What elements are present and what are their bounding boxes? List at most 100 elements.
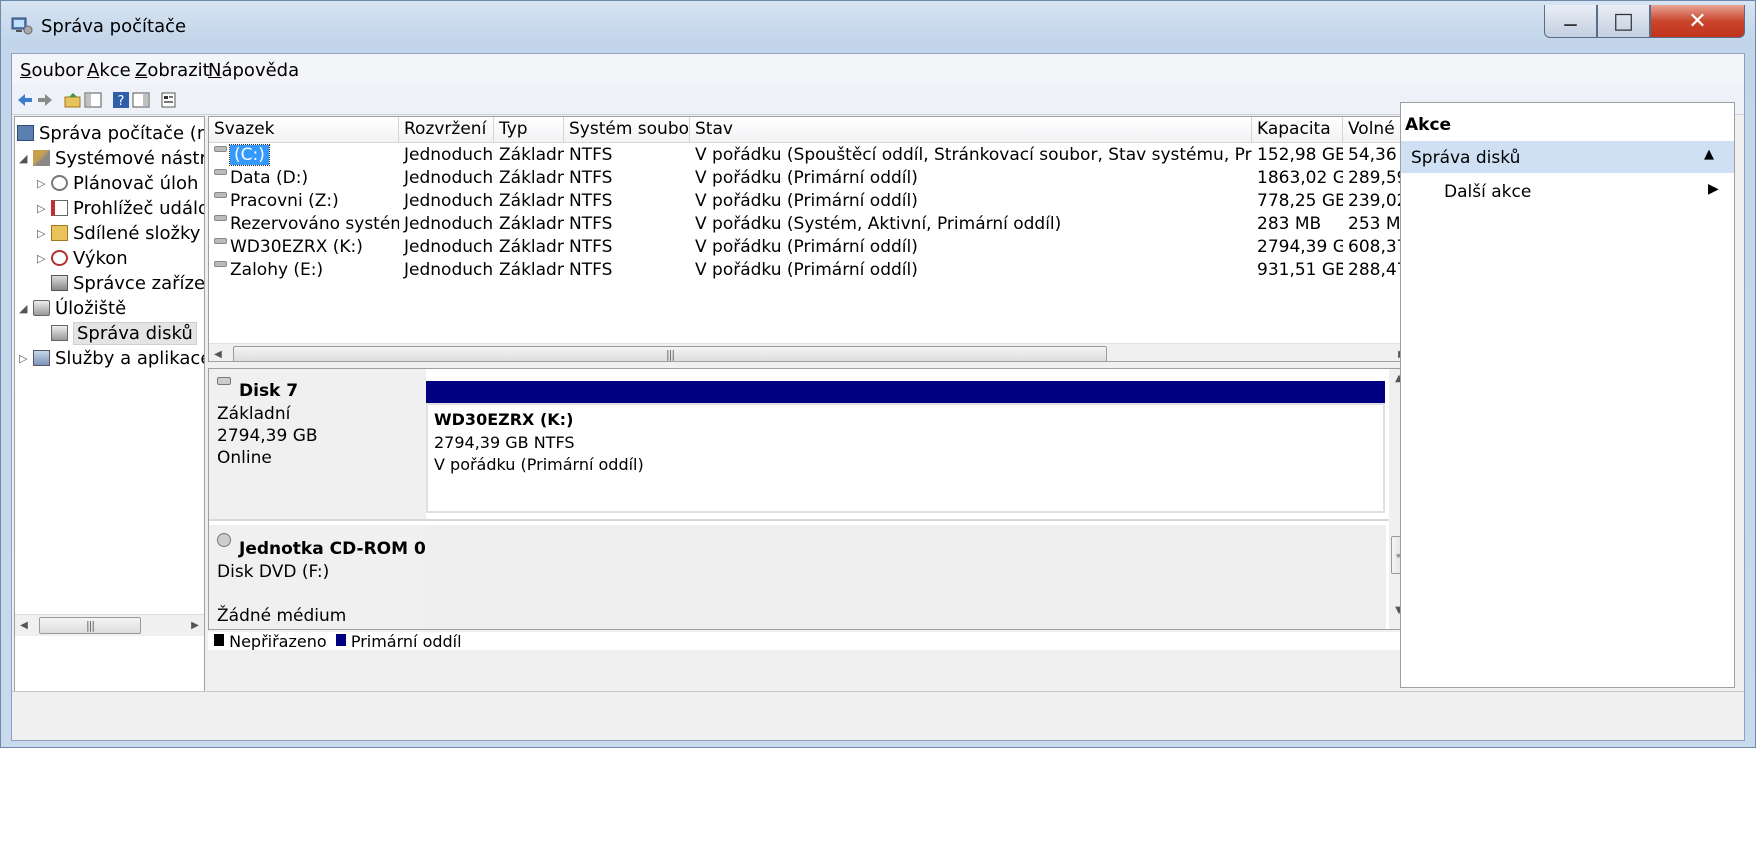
- cd-drive-icon: [217, 533, 231, 547]
- volume-cell-layout[interactable]: Jednoduchý: [399, 236, 494, 259]
- services-icon: [33, 350, 50, 366]
- volume-cell-name[interactable]: Zalohy (E:): [209, 259, 399, 282]
- action-more-actions[interactable]: Další akce ▶: [1401, 177, 1734, 207]
- tree-item-services[interactable]: ▷ Služby a aplikace: [19, 345, 204, 371]
- volume-cell-layout[interactable]: Jednoduchý: [399, 167, 494, 190]
- tree-item-system-tools[interactable]: ◢ Systémové nástro: [19, 145, 204, 171]
- volume-name: Rezervováno systémem: [230, 214, 399, 234]
- volume-cell-name[interactable]: Rezervováno systémem: [209, 213, 399, 236]
- volume-cell-type[interactable]: Základní: [494, 144, 564, 167]
- collapse-arrow-icon[interactable]: ▲: [1704, 147, 1714, 162]
- volume-cell-status[interactable]: V pořádku (Primární oddíl): [690, 236, 1252, 259]
- collapsed-arrow-icon[interactable]: ▷: [19, 352, 33, 365]
- volume-cell-status[interactable]: V pořádku (Primární oddíl): [690, 259, 1252, 282]
- show-hide-action-pane-icon[interactable]: [132, 91, 150, 109]
- minimize-button[interactable]: —: [1544, 5, 1597, 38]
- volume-cell-type[interactable]: Základní: [494, 190, 564, 213]
- up-folder-icon[interactable]: [64, 91, 82, 109]
- maximize-button[interactable]: □: [1597, 5, 1650, 38]
- scroll-left-icon[interactable]: ◀: [209, 344, 227, 361]
- legend-swatch-unallocated: [214, 634, 224, 646]
- volume-cell-layout[interactable]: Jednoduchý: [399, 259, 494, 282]
- menu-soubor[interactable]: Soubor: [20, 60, 84, 81]
- disk-7-info[interactable]: Disk 7 Základní 2794,39 GB Online: [209, 369, 426, 519]
- volume-name: Pracovni (Z:): [230, 191, 339, 211]
- scroll-left-icon[interactable]: ◀: [15, 615, 33, 636]
- volume-cell-layout[interactable]: Jednoduchý: [399, 190, 494, 213]
- tools-icon: [33, 150, 50, 166]
- volume-cell-type[interactable]: Základní: [494, 167, 564, 190]
- volume-cell-type[interactable]: Základní: [494, 236, 564, 259]
- volume-cell-fs[interactable]: NTFS: [564, 213, 690, 236]
- tree-item-performance[interactable]: ▷ Výkon: [37, 245, 128, 271]
- tree-item-root[interactable]: Správa počítače (mís: [17, 120, 204, 146]
- volume-cell-layout[interactable]: Jednoduchý: [399, 144, 494, 167]
- close-button[interactable]: ✕: [1650, 5, 1745, 38]
- tree-item-event-viewer[interactable]: ▷ Prohlížeč událos: [37, 195, 204, 221]
- tree-item-device-manager[interactable]: Správce zařízení: [51, 270, 204, 296]
- volume-cell-fs[interactable]: NTFS: [564, 259, 690, 282]
- volume-cell-capacity[interactable]: 152,98 GB: [1252, 144, 1343, 167]
- tree-item-disk-management[interactable]: Správa disků: [51, 320, 197, 346]
- help-icon[interactable]: ?: [112, 91, 130, 109]
- tree-item-shared-folders[interactable]: ▷ Sdílené složky: [37, 220, 200, 246]
- volume-cell-name[interactable]: Pracovni (Z:): [209, 190, 399, 213]
- console-tree: Správa počítače (mís ◢ Systémové nástro …: [14, 116, 205, 709]
- scrollbar-thumb[interactable]: |||: [39, 617, 141, 634]
- volume-cell-name[interactable]: WD30EZRX (K:): [209, 236, 399, 259]
- volume-cell-name[interactable]: Data (D:): [209, 167, 399, 190]
- expanded-arrow-icon[interactable]: ◢: [19, 302, 33, 315]
- tree-item-storage[interactable]: ◢ Úložiště: [19, 295, 126, 321]
- menu-bar: Soubor Akce Zobrazit Nápověda: [12, 54, 1744, 85]
- expanded-arrow-icon[interactable]: ◢: [19, 152, 33, 165]
- column-header-kapacita[interactable]: Kapacita: [1252, 117, 1343, 143]
- menu-napoveda[interactable]: Nápověda: [208, 60, 299, 81]
- column-header-stav[interactable]: Stav: [690, 117, 1252, 143]
- volume-cell-name[interactable]: (C:): [209, 144, 399, 167]
- volume-cell-capacity[interactable]: 778,25 GB: [1252, 190, 1343, 213]
- volume-cell-status[interactable]: V pořádku (Primární oddíl): [690, 190, 1252, 213]
- volume-cell-type[interactable]: Základní: [494, 213, 564, 236]
- menu-zobrazit[interactable]: Zobrazit: [135, 60, 210, 81]
- cdrom-info[interactable]: Jednotka CD-ROM 0 Disk DVD (F:) Žádné mé…: [209, 525, 426, 629]
- volume-cell-fs[interactable]: NTFS: [564, 236, 690, 259]
- volume-cell-status[interactable]: V pořádku (Spouštěcí oddíl, Stránkovací …: [690, 144, 1252, 167]
- collapsed-arrow-icon[interactable]: ▷: [37, 227, 51, 240]
- scrollbar-thumb[interactable]: |||: [233, 346, 1107, 361]
- column-header-svazek[interactable]: Svazek: [209, 117, 399, 143]
- collapsed-arrow-icon[interactable]: ▷: [37, 202, 51, 215]
- volume-cell-capacity[interactable]: 1863,02 GB: [1252, 167, 1343, 190]
- volume-cell-fs[interactable]: NTFS: [564, 167, 690, 190]
- legend-swatch-primary: [335, 634, 346, 646]
- back-arrow-icon[interactable]: [16, 91, 34, 109]
- column-header-rozvrzeni[interactable]: Rozvržení: [399, 117, 494, 143]
- volume-horizontal-scrollbar[interactable]: ◀ ||| ▶: [209, 343, 1409, 361]
- volume-cell-layout[interactable]: Jednoduchý: [399, 213, 494, 236]
- storage-icon: [33, 300, 50, 316]
- collapsed-arrow-icon[interactable]: ▷: [37, 252, 51, 265]
- tree-item-task-scheduler[interactable]: ▷ Plánovač úloh: [37, 170, 198, 196]
- actions-section-disk-management[interactable]: Správa disků ▲: [1401, 141, 1734, 173]
- cdrom-name: Jednotka CD-ROM 0: [239, 539, 426, 559]
- volume-cell-status[interactable]: V pořádku (Primární oddíl): [690, 167, 1252, 190]
- scroll-right-icon[interactable]: ▶: [186, 615, 204, 636]
- tree-horizontal-scrollbar[interactable]: ◀ ||| ▶: [15, 614, 204, 636]
- partition-wd30ezrx[interactable]: WD30EZRX (K:) 2794,39 GB NTFS V pořádku …: [426, 403, 1385, 513]
- volume-cell-capacity[interactable]: 931,51 GB: [1252, 259, 1343, 282]
- menu-akce[interactable]: Akce: [87, 60, 131, 81]
- volume-cell-fs[interactable]: NTFS: [564, 190, 690, 213]
- volume-cell-fs[interactable]: NTFS: [564, 144, 690, 167]
- hard-disk-icon: [217, 377, 231, 385]
- volume-cell-capacity[interactable]: 2794,39 GB: [1252, 236, 1343, 259]
- column-header-system-souboru[interactable]: Systém souborů: [564, 117, 690, 143]
- volume-cell-status[interactable]: V pořádku (Systém, Aktivní, Primární odd…: [690, 213, 1252, 236]
- column-header-typ[interactable]: Typ: [494, 117, 564, 143]
- title-bar[interactable]: Správa počítače — □ ✕: [1, 1, 1755, 47]
- volume-cell-type[interactable]: Základní: [494, 259, 564, 282]
- forward-arrow-icon[interactable]: [36, 91, 54, 109]
- collapsed-arrow-icon[interactable]: ▷: [37, 177, 51, 190]
- volume-cell-capacity[interactable]: 283 MB: [1252, 213, 1343, 236]
- show-hide-tree-icon[interactable]: [84, 91, 102, 109]
- submenu-arrow-icon: ▶: [1708, 181, 1719, 197]
- properties-icon[interactable]: [160, 91, 178, 109]
